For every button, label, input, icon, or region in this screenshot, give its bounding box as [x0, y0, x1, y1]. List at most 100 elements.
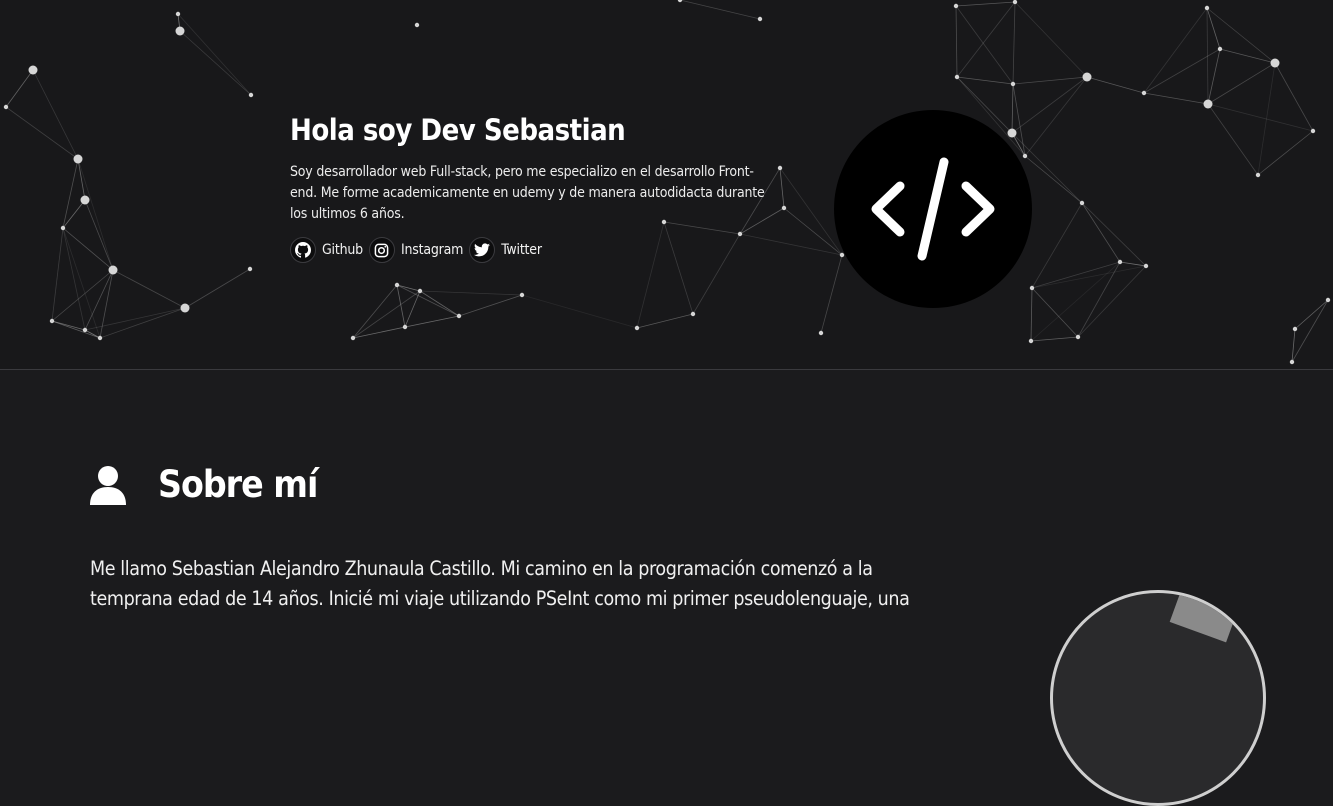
network-node: [1292, 326, 1298, 332]
network-line: [1086, 76, 1145, 94]
network-line: [1294, 299, 1329, 330]
network-line: [177, 13, 252, 96]
network-line: [1143, 92, 1209, 105]
network-line: [955, 5, 958, 78]
hero-section: Hola soy Dev Sebastian Soy desarrollador…: [0, 0, 1333, 369]
network-line: [62, 227, 101, 339]
network-node: [1143, 263, 1149, 269]
network-line: [51, 320, 101, 339]
network-node: [1029, 285, 1035, 291]
hero-title: Hola soy Dev Sebastian: [290, 113, 626, 147]
network-node: [1075, 334, 1081, 340]
network-node: [350, 335, 356, 341]
network-line: [419, 290, 523, 296]
network-node: [1012, 0, 1018, 5]
network-node: [954, 74, 960, 80]
github-icon: [290, 237, 316, 263]
network-line: [77, 158, 86, 201]
network-node: [1141, 90, 1147, 96]
network-node: [1022, 153, 1028, 159]
network-line: [51, 227, 64, 322]
network-node: [1203, 99, 1213, 109]
network-node: [60, 225, 66, 231]
instagram-link[interactable]: Instagram: [368, 237, 464, 263]
network-node: [1010, 81, 1016, 87]
network-line: [1081, 202, 1121, 263]
network-node: [1082, 72, 1092, 82]
network-line: [955, 5, 1014, 85]
network-node: [175, 26, 185, 36]
about-text: Me llamo Sebastian Alejandro Zhunaula Ca…: [90, 557, 910, 610]
twitter-link[interactable]: Twitter: [469, 237, 542, 263]
network-line: [1143, 48, 1221, 94]
network-node: [690, 311, 696, 317]
network-node: [1325, 297, 1331, 303]
social-links: Github Instagram Twitter: [290, 237, 790, 263]
network-node: [818, 330, 824, 336]
network-line: [1207, 48, 1221, 105]
network-line: [1031, 265, 1147, 289]
hero-description: Soy desarrollador web Full-stack, pero m…: [290, 164, 765, 222]
code-icon: [871, 157, 995, 261]
network-line: [1291, 299, 1329, 363]
network-node: [402, 324, 408, 330]
github-link[interactable]: Github: [290, 237, 363, 263]
instagram-icon: [368, 237, 395, 263]
user-icon: [90, 465, 126, 505]
network-node: [97, 335, 103, 341]
network-line: [84, 269, 114, 331]
network-node: [80, 195, 90, 205]
network-line: [32, 69, 79, 160]
network-node: [180, 303, 190, 313]
network-node: [1270, 58, 1280, 68]
network-node: [417, 288, 423, 294]
network-node: [108, 265, 118, 275]
network-line: [956, 76, 1014, 85]
network-node: [757, 16, 763, 22]
network-node: [1204, 5, 1210, 11]
network-line: [404, 315, 460, 328]
network-line: [1207, 62, 1276, 105]
network-node: [634, 325, 640, 331]
network-line: [1206, 7, 1221, 50]
network-node: [677, 0, 683, 3]
network-line: [521, 294, 638, 329]
network-line: [5, 106, 79, 160]
twitter-label: Twitter: [501, 242, 542, 258]
network-line: [1143, 7, 1208, 94]
profile-photo: [1050, 590, 1266, 806]
network-line: [636, 313, 694, 329]
network-node: [456, 313, 462, 319]
instagram-label: Instagram: [400, 242, 464, 258]
network-line: [1024, 155, 1083, 204]
network-line: [184, 268, 251, 309]
network-line: [1081, 202, 1147, 267]
network-node: [3, 104, 9, 110]
network-node: [1289, 359, 1295, 365]
network-node: [82, 327, 88, 333]
network-line: [62, 158, 79, 229]
network-node: [175, 11, 181, 17]
network-node: [519, 292, 525, 298]
network-node: [839, 252, 845, 258]
network-line: [77, 158, 114, 271]
hero-divider: [0, 369, 1333, 370]
network-line: [1274, 62, 1314, 132]
about-title: Sobre mí: [158, 463, 318, 506]
network-line: [679, 0, 761, 20]
network-line: [820, 254, 843, 334]
network-line: [99, 269, 114, 339]
network-node: [1079, 200, 1085, 206]
network-node: [1007, 128, 1017, 138]
network-line: [84, 199, 114, 271]
network-line: [1030, 287, 1033, 342]
network-line: [1206, 7, 1209, 105]
network-node: [1117, 259, 1123, 265]
network-node: [73, 154, 83, 164]
network-node: [414, 22, 420, 28]
twitter-icon: [469, 237, 496, 263]
network-line: [1011, 83, 1014, 134]
hero-content: Hola soy Dev Sebastian Soy desarrollador…: [290, 112, 790, 263]
network-line: [5, 69, 34, 108]
code-logo: [834, 110, 1032, 308]
